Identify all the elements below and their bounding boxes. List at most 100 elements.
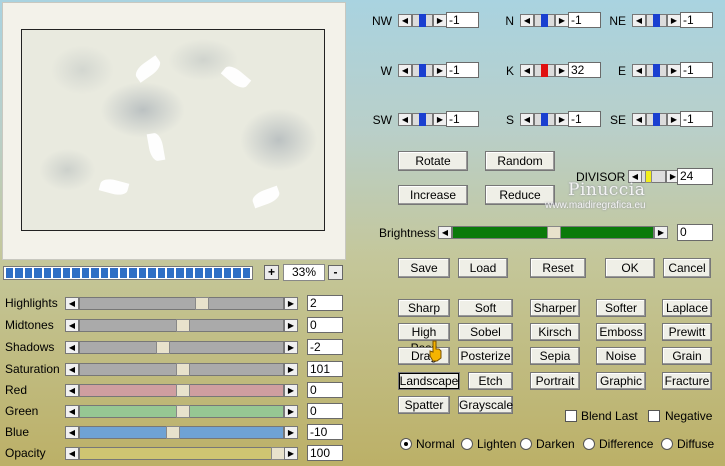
kernel-sw-decrease-arrow[interactable]: ◀ xyxy=(398,113,412,126)
blue-slider-thumb[interactable] xyxy=(166,426,180,439)
random-button[interactable]: Random xyxy=(485,151,555,171)
red-slider[interactable] xyxy=(79,384,284,397)
red-decrease-arrow[interactable]: ◀ xyxy=(65,384,79,397)
kernel-ne-input[interactable]: -1 xyxy=(680,12,713,28)
midtones-decrease-arrow[interactable]: ◀ xyxy=(65,319,79,332)
kernel-s-slider-thumb[interactable] xyxy=(541,113,548,126)
preset-posterize-button[interactable]: Posterize xyxy=(458,347,513,365)
kernel-ne-slider-thumb[interactable] xyxy=(653,14,660,27)
kernel-nw-slider[interactable] xyxy=(412,14,433,27)
preset-sharp-button[interactable]: Sharp xyxy=(398,299,450,317)
zoom-in-button[interactable]: + xyxy=(264,265,279,280)
diffuse-radio[interactable] xyxy=(661,438,673,450)
blue-increase-arrow[interactable]: ▶ xyxy=(284,426,298,439)
kernel-e-slider[interactable] xyxy=(646,64,667,77)
highlights-slider[interactable] xyxy=(79,297,284,310)
divisor-input[interactable]: 24 xyxy=(677,168,713,185)
kernel-w-input[interactable]: -1 xyxy=(446,62,479,78)
ok-button[interactable]: OK xyxy=(605,258,655,278)
kernel-se-increase-arrow[interactable]: ▶ xyxy=(667,113,681,126)
kernel-k-increase-arrow[interactable]: ▶ xyxy=(555,64,569,77)
kernel-sw-input[interactable]: -1 xyxy=(446,111,479,127)
saturation-decrease-arrow[interactable]: ◀ xyxy=(65,363,79,376)
kernel-se-decrease-arrow[interactable]: ◀ xyxy=(632,113,646,126)
kernel-w-slider-thumb[interactable] xyxy=(419,64,426,77)
highlights-slider-thumb[interactable] xyxy=(195,297,209,310)
kernel-s-decrease-arrow[interactable]: ◀ xyxy=(520,113,534,126)
kernel-w-decrease-arrow[interactable]: ◀ xyxy=(398,64,412,77)
kernel-w-increase-arrow[interactable]: ▶ xyxy=(433,64,447,77)
kernel-nw-increase-arrow[interactable]: ▶ xyxy=(433,14,447,27)
shadows-slider-thumb[interactable] xyxy=(156,341,170,354)
green-increase-arrow[interactable]: ▶ xyxy=(284,405,298,418)
opacity-decrease-arrow[interactable]: ◀ xyxy=(65,447,79,460)
kernel-se-slider-thumb[interactable] xyxy=(653,113,660,126)
highlights-decrease-arrow[interactable]: ◀ xyxy=(65,297,79,310)
midtones-slider-thumb[interactable] xyxy=(176,319,190,332)
red-input[interactable]: 0 xyxy=(307,382,343,398)
increase-button[interactable]: Increase xyxy=(398,185,468,205)
green-slider[interactable] xyxy=(79,405,284,418)
lighten-radio[interactable] xyxy=(461,438,473,450)
preset-graphic-button[interactable]: Graphic xyxy=(596,372,646,390)
zoom-out-button[interactable]: - xyxy=(328,265,343,280)
save-button[interactable]: Save xyxy=(398,258,450,278)
kernel-k-slider[interactable] xyxy=(534,64,555,77)
preset-spatter-button[interactable]: Spatter xyxy=(398,396,450,414)
normal-radio[interactable] xyxy=(400,438,412,450)
red-slider-thumb[interactable] xyxy=(176,384,190,397)
kernel-s-slider[interactable] xyxy=(534,113,555,126)
brightness-input[interactable]: 0 xyxy=(677,224,713,241)
kernel-nw-decrease-arrow[interactable]: ◀ xyxy=(398,14,412,27)
cancel-button[interactable]: Cancel xyxy=(663,258,711,278)
preset-fracture-button[interactable]: Fracture xyxy=(662,372,712,390)
kernel-n-increase-arrow[interactable]: ▶ xyxy=(555,14,569,27)
saturation-slider[interactable] xyxy=(79,363,284,376)
kernel-s-increase-arrow[interactable]: ▶ xyxy=(555,113,569,126)
saturation-slider-thumb[interactable] xyxy=(176,363,190,376)
kernel-n-decrease-arrow[interactable]: ◀ xyxy=(520,14,534,27)
preset-portrait-button[interactable]: Portrait xyxy=(530,372,580,390)
preset-grayscale-button[interactable]: Grayscale xyxy=(458,396,513,414)
preset-etch-button[interactable]: Etch xyxy=(468,372,513,390)
kernel-se-slider[interactable] xyxy=(646,113,667,126)
blue-input[interactable]: -10 xyxy=(307,424,343,440)
kernel-se-input[interactable]: -1 xyxy=(680,111,713,127)
red-increase-arrow[interactable]: ▶ xyxy=(284,384,298,397)
kernel-e-input[interactable]: -1 xyxy=(680,62,713,78)
darken-radio[interactable] xyxy=(520,438,532,450)
midtones-increase-arrow[interactable]: ▶ xyxy=(284,319,298,332)
kernel-e-slider-thumb[interactable] xyxy=(653,64,660,77)
highlights-increase-arrow[interactable]: ▶ xyxy=(284,297,298,310)
kernel-e-increase-arrow[interactable]: ▶ xyxy=(667,64,681,77)
shadows-increase-arrow[interactable]: ▶ xyxy=(284,341,298,354)
saturation-increase-arrow[interactable]: ▶ xyxy=(284,363,298,376)
kernel-k-decrease-arrow[interactable]: ◀ xyxy=(520,64,534,77)
kernel-n-slider[interactable] xyxy=(534,14,555,27)
kernel-n-slider-thumb[interactable] xyxy=(541,14,548,27)
kernel-k-input[interactable]: 32 xyxy=(568,62,601,78)
kernel-e-decrease-arrow[interactable]: ◀ xyxy=(632,64,646,77)
kernel-k-slider-thumb[interactable] xyxy=(541,64,548,77)
brightness-slider[interactable] xyxy=(452,226,654,239)
green-input[interactable]: 0 xyxy=(307,403,343,419)
kernel-sw-increase-arrow[interactable]: ▶ xyxy=(433,113,447,126)
preset-noise-button[interactable]: Noise xyxy=(596,347,646,365)
kernel-sw-slider[interactable] xyxy=(412,113,433,126)
preset-softer-button[interactable]: Softer xyxy=(596,299,646,317)
opacity-increase-arrow[interactable]: ▶ xyxy=(284,447,298,460)
difference-radio[interactable] xyxy=(583,438,595,450)
kernel-ne-slider[interactable] xyxy=(646,14,667,27)
preset-grain-button[interactable]: Grain xyxy=(662,347,712,365)
opacity-input[interactable]: 100 xyxy=(307,445,343,461)
midtones-slider[interactable] xyxy=(79,319,284,332)
opacity-slider[interactable] xyxy=(79,447,285,460)
kernel-ne-increase-arrow[interactable]: ▶ xyxy=(667,14,681,27)
preset-sobel-button[interactable]: Sobel xyxy=(458,323,513,341)
shadows-slider[interactable] xyxy=(79,341,284,354)
preset-sharper-button[interactable]: Sharper xyxy=(530,299,580,317)
negative-checkbox[interactable] xyxy=(648,410,660,422)
kernel-n-input[interactable]: -1 xyxy=(568,12,601,28)
blue-slider[interactable] xyxy=(79,426,284,439)
brightness-increase-arrow[interactable]: ▶ xyxy=(654,226,668,239)
